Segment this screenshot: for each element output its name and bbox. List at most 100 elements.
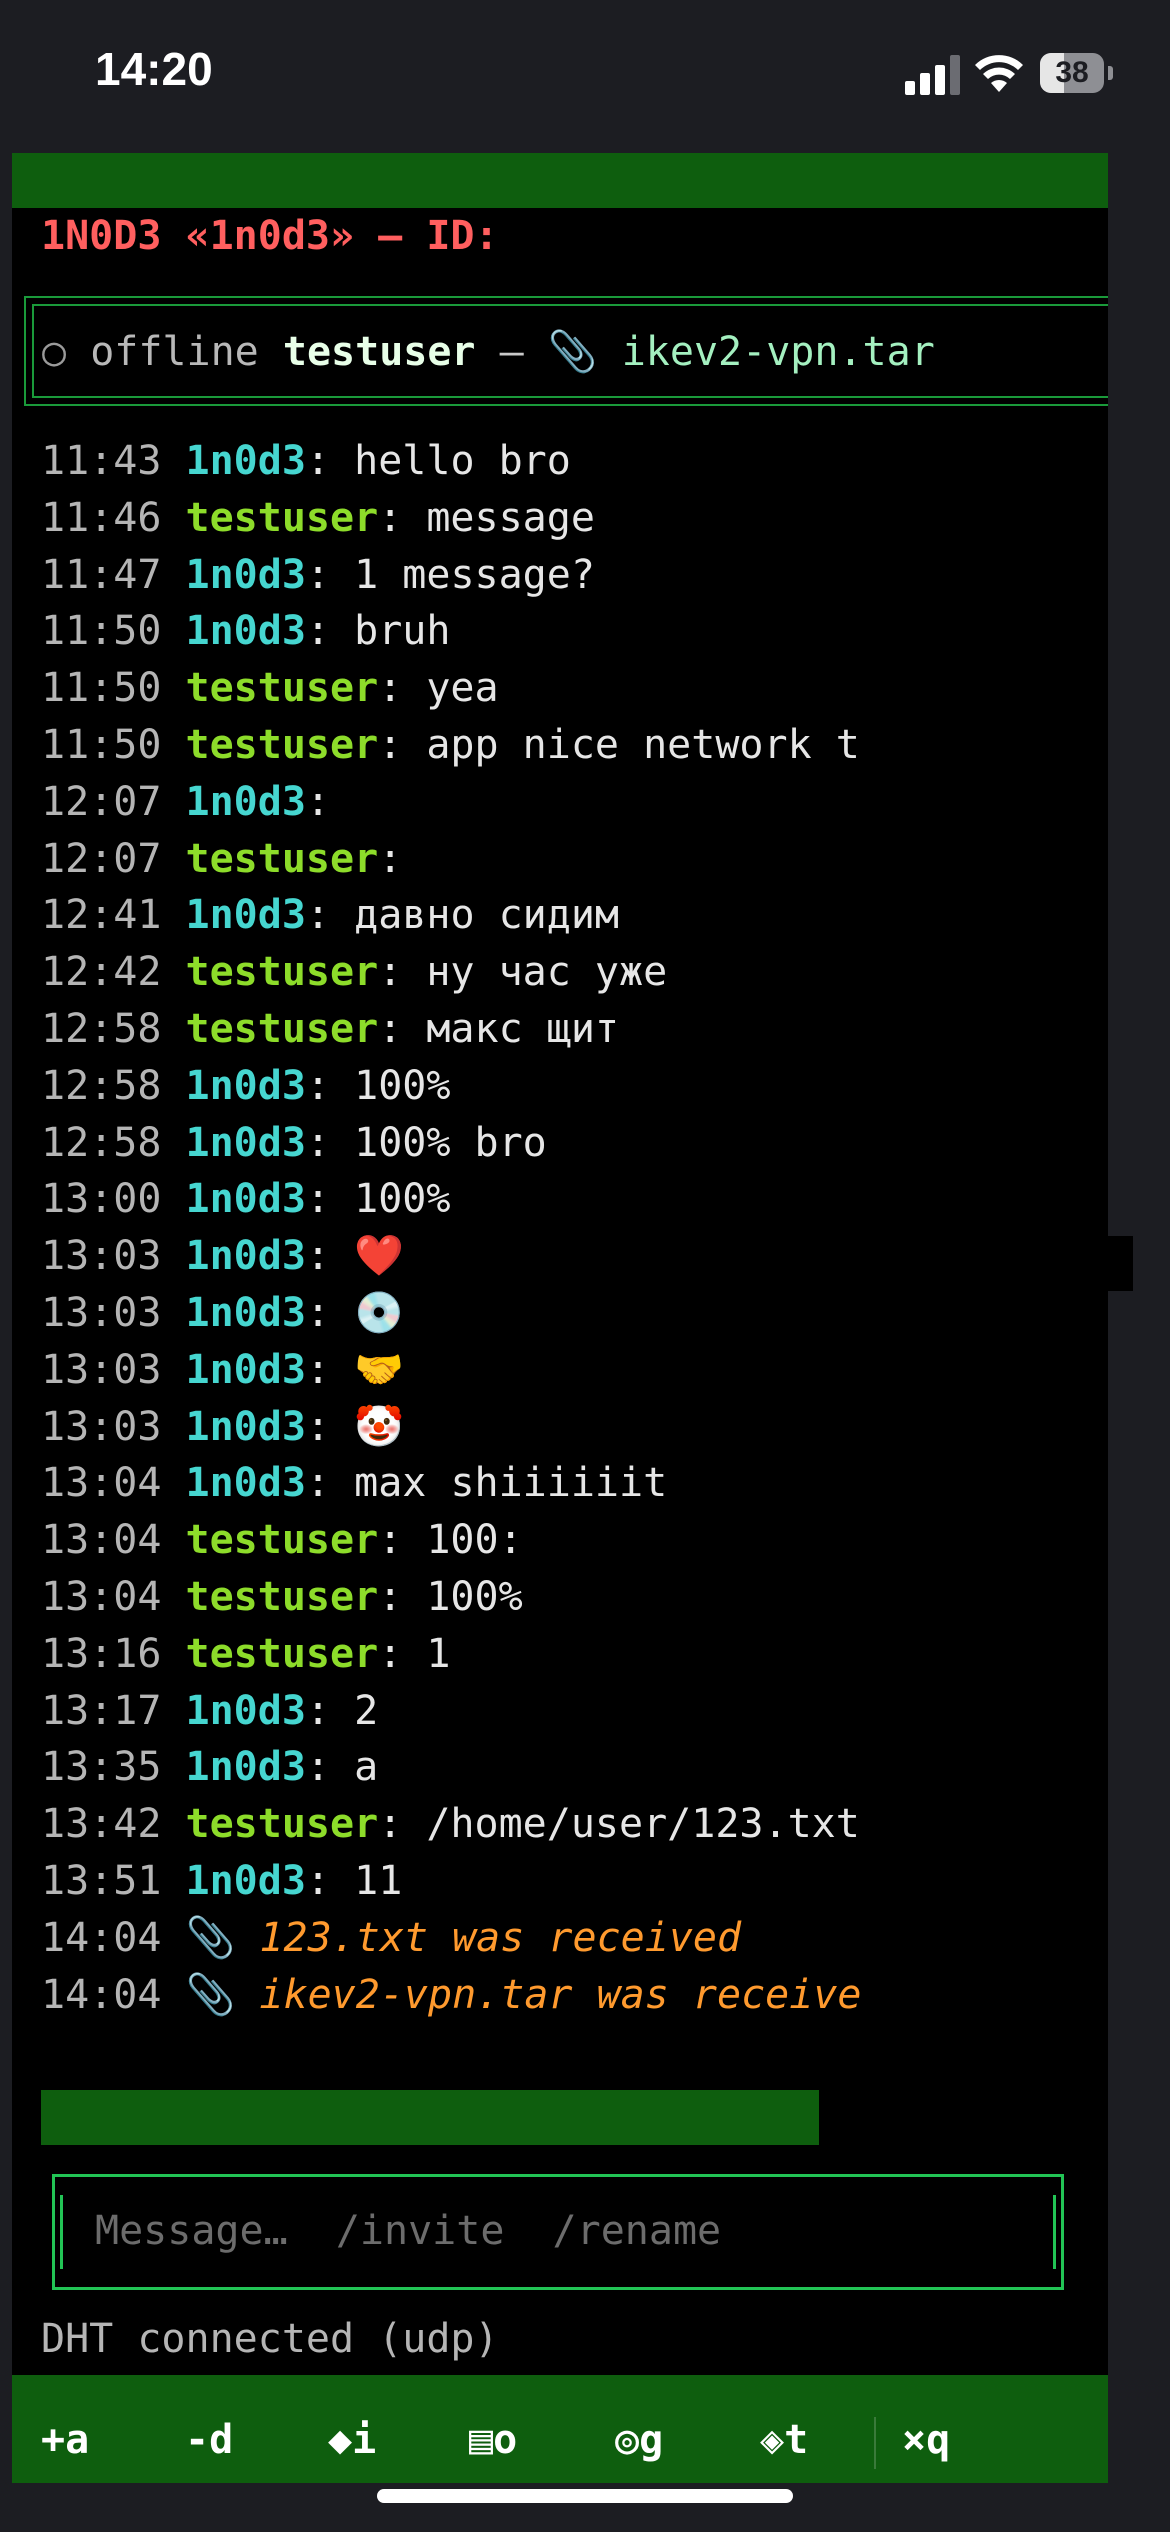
chat-message: 12:41 1n0d3: давно сидим (41, 892, 620, 939)
chat-message: 12:42 testuser: ну час уже (41, 949, 668, 996)
input-right-border (1053, 2195, 1056, 2269)
message-author: 1n0d3 (185, 1460, 306, 1507)
message-time: 12:07 (41, 778, 162, 825)
command-bar-divider (874, 2417, 876, 2469)
chat-message: 12:58 testuser: макс щит (41, 1005, 619, 1052)
paperclip-icon: 📎 (185, 1914, 236, 1961)
peer-status: offline (90, 329, 259, 375)
message-text: message (426, 494, 595, 541)
message-time: 13:03 (41, 1346, 162, 1393)
top-bar (12, 153, 1108, 208)
battery-tip (1108, 66, 1113, 80)
status-time: 14:20 (95, 43, 213, 95)
message-input-box[interactable] (52, 2174, 1064, 2290)
battery-level: 38 (1055, 56, 1089, 89)
system-message: 14:04 📎 ikev2-vpn.tar was receive (41, 1967, 1101, 2024)
message-author: 1n0d3 (185, 1346, 306, 1393)
message-time: 13:16 (41, 1630, 162, 1677)
chat-message: 12:07 testuser: (41, 835, 427, 882)
wifi-icon (975, 55, 1023, 92)
chat-message: 13:00 1n0d3: 100% (41, 1176, 451, 1223)
add-command-button[interactable]: +a (41, 2417, 89, 2463)
peer-panel[interactable]: ○ offline testuser — 📎 ikev2-vpn.tar (24, 296, 1108, 406)
chat-message: 12:58 1n0d3: 100% bro (41, 1119, 547, 1166)
message-time: 13:03 (41, 1233, 162, 1280)
message-author: testuser (185, 949, 379, 996)
open-command-button[interactable]: ▤o (469, 2417, 517, 2463)
message-text: 🤡 (354, 1403, 404, 1450)
signal-strength-icon (905, 55, 961, 95)
system-message-text: 123.txt was received (259, 1914, 742, 1961)
message-text: ну час уже (426, 949, 668, 996)
chat-message: 13:03 1n0d3: 🤝 (41, 1346, 404, 1393)
peer-name[interactable]: testuser (283, 329, 476, 375)
message-text: 100% (426, 1573, 523, 1620)
chat-message: 11:50 testuser: yea (41, 665, 499, 712)
chat-message: 13:03 1n0d3: 🤡 (41, 1403, 404, 1450)
terminal-window: 1N0D3 «1n0d3» — ID: ○ offline testuser —… (12, 153, 1108, 2483)
message-author: testuser (185, 835, 379, 882)
message-time: 11:50 (41, 721, 162, 768)
message-author: testuser (185, 1801, 379, 1848)
message-input[interactable] (95, 2199, 1015, 2263)
message-time: 11:50 (41, 665, 162, 712)
quit-command-button[interactable]: ×q (902, 2417, 950, 2463)
message-text: max shiiiiiit (354, 1460, 668, 1507)
message-time: 12:58 (41, 1119, 162, 1166)
message-text: a (354, 1744, 379, 1791)
chat-message: 11:46 testuser: message (41, 494, 595, 541)
peer-file-name[interactable]: ikev2-vpn.tar (622, 329, 935, 375)
message-text: 100: (426, 1517, 523, 1564)
home-indicator[interactable] (377, 2489, 793, 2503)
chat-message: 13:16 testuser: 1 (41, 1630, 451, 1677)
transfer-command-button[interactable]: ◈t (760, 2417, 808, 2463)
message-text: 🤝 (354, 1346, 404, 1393)
message-time: 13:04 (41, 1460, 162, 1507)
message-time: 13:04 (41, 1517, 162, 1564)
message-text: bruh (354, 608, 451, 655)
message-author: 1n0d3 (185, 1119, 306, 1166)
message-time: 13:03 (41, 1403, 162, 1450)
chat-message: 13:04 1n0d3: max shiiiiiit (41, 1460, 668, 1507)
chat-message: 11:50 testuser: app nice network t (41, 721, 860, 768)
message-time: 12:07 (41, 835, 162, 882)
offline-status-icon: ○ (42, 329, 67, 375)
message-text: /home/user/123.txt (426, 1801, 860, 1848)
message-author: 1n0d3 (185, 551, 306, 598)
chat-message: 13:03 1n0d3: 💿 (41, 1289, 404, 1336)
message-author: 1n0d3 (185, 1062, 306, 1109)
message-text: 💿 (354, 1289, 404, 1336)
chat-message: 13:51 1n0d3: 11 (41, 1857, 403, 1904)
message-author: 1n0d3 (185, 778, 306, 825)
message-text: давно сидим (354, 892, 620, 939)
message-author: 1n0d3 (185, 438, 306, 484)
message-author: 1n0d3 (185, 1857, 306, 1904)
message-time: 13:00 (41, 1176, 162, 1223)
chat-message: 11:50 1n0d3: bruh (41, 608, 451, 655)
message-text: 2 (354, 1687, 379, 1734)
message-time: 12:58 (41, 1005, 162, 1052)
message-time: 13:03 (41, 1289, 162, 1336)
message-time: 14:04 (41, 1914, 162, 1961)
network-status: DHT connected (udp) (41, 2316, 499, 2362)
message-author: 1n0d3 (185, 1403, 306, 1450)
message-author: testuser (185, 665, 379, 712)
message-author: testuser (185, 1630, 379, 1677)
status-bar: 14:20 38 (0, 0, 1170, 150)
message-time: 13:42 (41, 1801, 162, 1848)
system-message-text: ikev2-vpn.tar was receive (259, 1971, 862, 2018)
message-author: 1n0d3 (185, 892, 306, 939)
message-author: 1n0d3 (185, 1233, 306, 1280)
chat-message: 13:42 testuser: /home/user/123.txt (41, 1801, 860, 1848)
chat-message: 13:04 testuser: 100% (41, 1573, 523, 1620)
message-time: 12:58 (41, 1062, 162, 1109)
message-time: 14:04 (41, 1971, 162, 2018)
message-author: testuser (185, 1005, 379, 1052)
paperclip-icon: 📎 (185, 1971, 236, 2018)
group-command-button[interactable]: ◎g (615, 2417, 663, 2463)
delete-command-button[interactable]: -d (185, 2417, 233, 2463)
message-text: 100% (354, 1176, 451, 1223)
info-command-button[interactable]: ◆i (328, 2417, 376, 2463)
message-text: yea (426, 665, 499, 712)
input-left-border (60, 2195, 63, 2269)
